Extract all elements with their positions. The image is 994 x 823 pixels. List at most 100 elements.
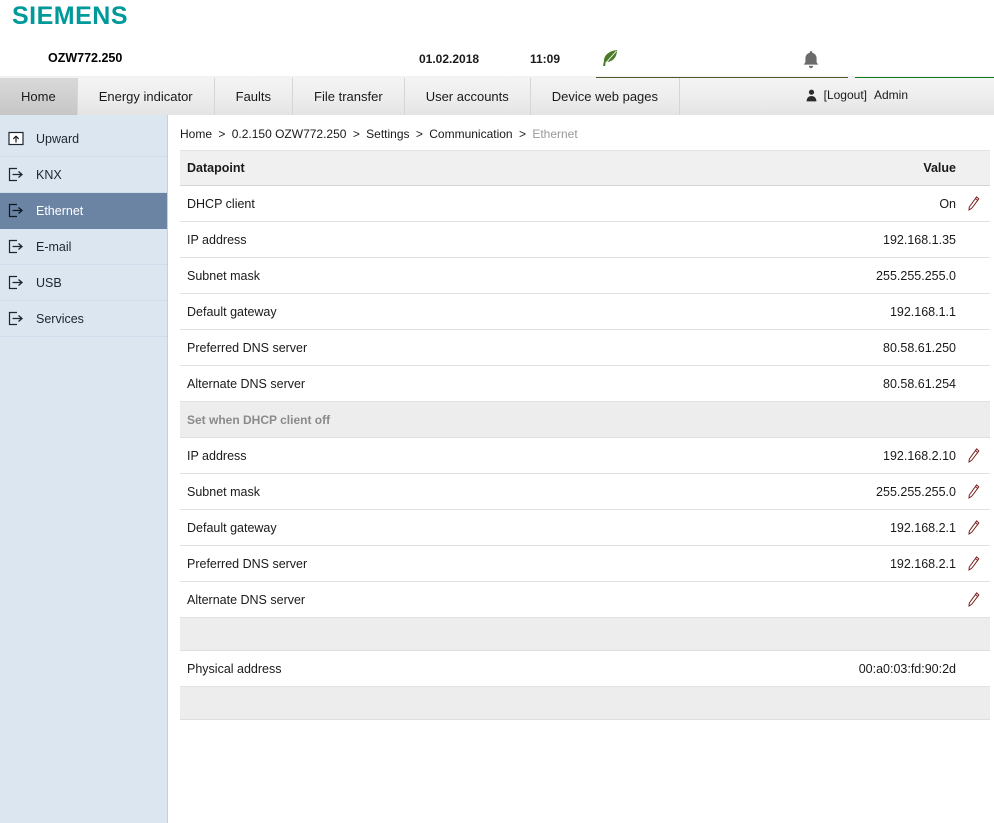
cell-datapoint: Default gateway [180,293,568,330]
column-header-value: Value [568,150,956,186]
page-body: Upward KNX Ethernet E-mail USB Services … [0,115,994,823]
upward-folder-icon [8,131,24,146]
breadcrumb-item-home[interactable]: Home [180,127,212,141]
breadcrumb-separator: > [352,127,360,141]
cell-action [956,221,990,258]
enter-arrow-icon [8,275,23,290]
cell-value [568,581,956,618]
sidebar-item-usb-label: USB [36,275,62,290]
table-body: DHCP client On IP address 192.168.1.35 S… [180,185,990,720]
spacer-cell [956,686,990,720]
cell-datapoint: Physical address [180,650,568,687]
sidebar-item-services-label: Services [36,311,84,326]
cell-action [956,365,990,402]
pencil-icon[interactable] [967,520,980,535]
tab-energy-indicator[interactable]: Energy indicator [77,78,215,115]
table-row: Subnet mask 255.255.255.0 [180,473,990,510]
table-spacer-row [180,686,990,720]
tab-file-transfer[interactable]: File transfer [293,78,405,115]
sidebar-item-knx-label: KNX [36,167,62,182]
breadcrumb: Home > 0.2.150 OZW772.250 > Settings > C… [180,115,990,150]
leaf-icon[interactable] [600,48,620,68]
sidebar-item-services[interactable]: Services [0,301,167,337]
cell-action [956,650,990,687]
cell-value: 255.255.255.0 [568,257,956,294]
cell-value: 192.168.2.1 [568,509,956,546]
system-date: 01.02.2018 [419,52,480,66]
section-value [568,401,956,438]
cell-datapoint: Alternate DNS server [180,581,568,618]
breadcrumb-item-ethernet: Ethernet [532,127,578,141]
cell-action [956,581,990,618]
tab-user-accounts-label: User accounts [425,89,509,104]
cell-action [956,293,990,330]
content-area: Home > 0.2.150 OZW772.250 > Settings > C… [168,115,994,823]
cell-action [956,437,990,474]
cell-value: 192.168.1.1 [568,293,956,330]
cell-value: 80.58.61.254 [568,365,956,402]
table-row: Default gateway 192.168.2.1 [180,509,990,546]
device-name: OZW772.250 [48,51,123,65]
siemens-logo: SIEMENS [12,2,129,30]
sidebar-item-usb[interactable]: USB [0,265,167,301]
column-header-datapoint: Datapoint [180,150,568,186]
cell-datapoint: IP address [180,221,568,258]
table-section-header-row: Set when DHCP client off [180,401,990,438]
spacer-cell [180,686,568,720]
table-row: Preferred DNS server 192.168.2.1 [180,545,990,582]
cell-value: 192.168.1.35 [568,221,956,258]
tab-home-label: Home [21,89,56,104]
main-nav: Home Energy indicator Faults File transf… [0,78,994,115]
table-row: Default gateway 192.168.1.1 [180,293,990,330]
table-row: IP address 192.168.1.35 [180,221,990,258]
logout-link[interactable]: [Logout] [824,88,867,102]
breadcrumb-separator: > [415,127,423,141]
cell-action [956,545,990,582]
cell-datapoint: Preferred DNS server [180,545,568,582]
user-name: Admin [873,88,908,102]
spacer-cell [568,686,956,720]
breadcrumb-item-settings[interactable]: Settings [366,127,409,141]
breadcrumb-item-communication[interactable]: Communication [429,127,512,141]
breadcrumb-item-device[interactable]: 0.2.150 OZW772.250 [232,127,347,141]
info-bar: OZW772.250 01.02.2018 11:09 [0,40,994,78]
cell-value: 255.255.255.0 [568,473,956,510]
user-area: [Logout] Admin [806,88,908,102]
tab-device-web-pages[interactable]: Device web pages [530,78,681,115]
sidebar-item-knx[interactable]: KNX [0,157,167,193]
cell-datapoint: IP address [180,437,568,474]
cell-action [956,185,990,222]
section-label: Set when DHCP client off [180,401,568,438]
enter-arrow-icon [8,203,23,218]
pencil-icon[interactable] [967,592,980,607]
cell-datapoint: Preferred DNS server [180,329,568,366]
cell-datapoint: Alternate DNS server [180,365,568,402]
pencil-icon[interactable] [967,196,980,211]
sidebar-item-upward[interactable]: Upward [0,121,167,157]
tab-home[interactable]: Home [0,78,78,115]
cell-datapoint: Default gateway [180,509,568,546]
tab-faults-label: Faults [235,89,272,104]
pencil-icon[interactable] [967,448,980,463]
sidebar-item-upward-label: Upward [36,131,80,146]
pencil-icon[interactable] [967,556,980,571]
table-spacer-row [180,617,990,651]
cell-action [956,509,990,546]
pencil-icon[interactable] [967,484,980,499]
tab-user-accounts[interactable]: User accounts [404,78,531,115]
table-row: DHCP client On [180,185,990,222]
tab-faults[interactable]: Faults [214,78,294,115]
bell-icon[interactable] [802,50,820,70]
table-row: Subnet mask 255.255.255.0 [180,257,990,294]
enter-arrow-icon [8,311,23,326]
sidebar-item-email[interactable]: E-mail [0,229,167,265]
tab-energy-indicator-label: Energy indicator [98,89,193,104]
cell-value: 192.168.2.10 [568,437,956,474]
cell-action [956,473,990,510]
table-row: Physical address 00:a0:03:fd:90:2d [180,650,990,687]
breadcrumb-separator: > [218,127,226,141]
sidebar-item-ethernet-label: Ethernet [36,203,84,218]
sidebar-item-ethernet[interactable]: Ethernet [0,193,167,229]
cell-value: On [568,185,956,222]
datapoint-table: Datapoint Value DHCP client On IP addres… [180,150,990,720]
